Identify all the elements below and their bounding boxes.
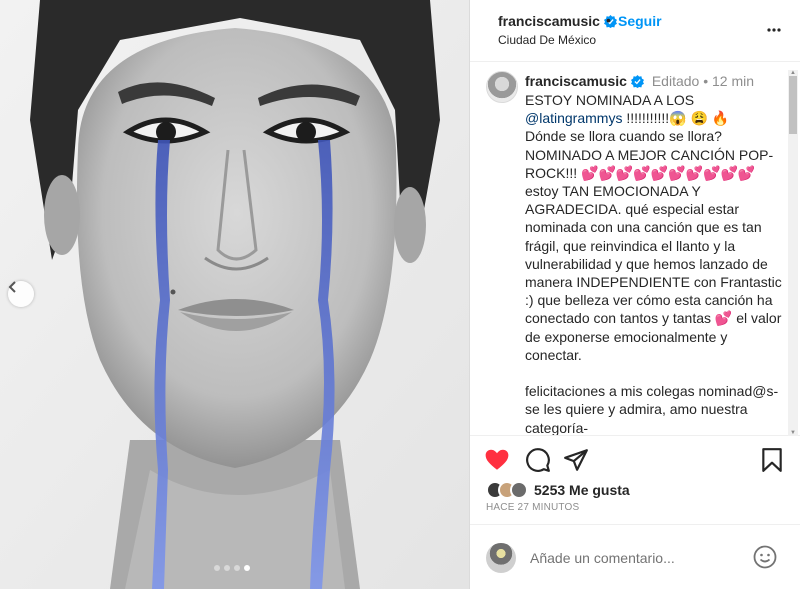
caption-edited-time: Editado • 12 min [651,73,755,89]
scrollbar-thumb[interactable] [789,76,797,134]
more-options-icon[interactable] [766,20,782,40]
comment-icon[interactable] [525,447,551,473]
add-comment-bar [470,524,800,589]
action-bar [470,444,800,478]
comment-input[interactable] [530,547,740,569]
comments-scrollbar[interactable]: ▲ ▼ [788,70,798,436]
caption-line-1: ESTOY NOMINADA A LOS [525,92,695,108]
caption-username[interactable]: franciscamusic [525,73,627,89]
carousel-dot [224,565,230,571]
liker-avatar [510,481,528,499]
scroll-down-arrow[interactable]: ▼ [789,430,797,436]
caption-body: Dónde se llora cuando se llora? NOMINADO… [525,128,782,436]
mention-link[interactable]: @latingrammys [525,110,622,126]
follow-button[interactable]: Seguir [618,13,662,29]
author-username-link[interactable]: franciscamusic [498,13,617,29]
carousel-dots [214,565,250,571]
post-timestamp[interactable]: HACE 27 MINUTOS [486,502,579,513]
post-header: franciscamusic • Seguir Ciudad De México [470,0,800,62]
post-image[interactable] [0,0,469,589]
likes-count[interactable]: 5253 Me gusta [534,482,630,498]
paper-plane-icon[interactable] [563,447,589,473]
header-separator: • [606,12,611,28]
caption-text: ESTOY NOMINADA A LOS @latingrammys !!!!!… [525,91,785,436]
carousel-dot-active [244,565,250,571]
caption-header: franciscamusic Editado • 12 min [525,73,754,89]
heart-icon[interactable] [484,447,510,473]
author-username[interactable]: franciscamusic [498,13,600,29]
comments-section[interactable]: franciscamusic Editado • 12 min ESTOY NO… [470,63,800,436]
post-side-panel: franciscamusic • Seguir Ciudad De México… [469,0,800,589]
bookmark-icon[interactable] [759,447,785,473]
likes-row[interactable]: 5253 Me gusta [486,480,630,500]
emoji-icon[interactable] [753,545,777,569]
author-avatar[interactable] [486,71,518,103]
carousel-dot [234,565,240,571]
crying-woman-photo [0,0,469,589]
current-user-avatar [486,543,516,573]
carousel-dot [214,565,220,571]
chevron-left-icon [8,281,16,293]
location-link[interactable]: Ciudad De México [498,33,596,47]
verified-badge-icon [630,75,644,88]
carousel-prev-button[interactable] [8,281,34,307]
caption-exclamations: !!!!!!!!!!!😱 😩 🔥 [622,110,730,127]
